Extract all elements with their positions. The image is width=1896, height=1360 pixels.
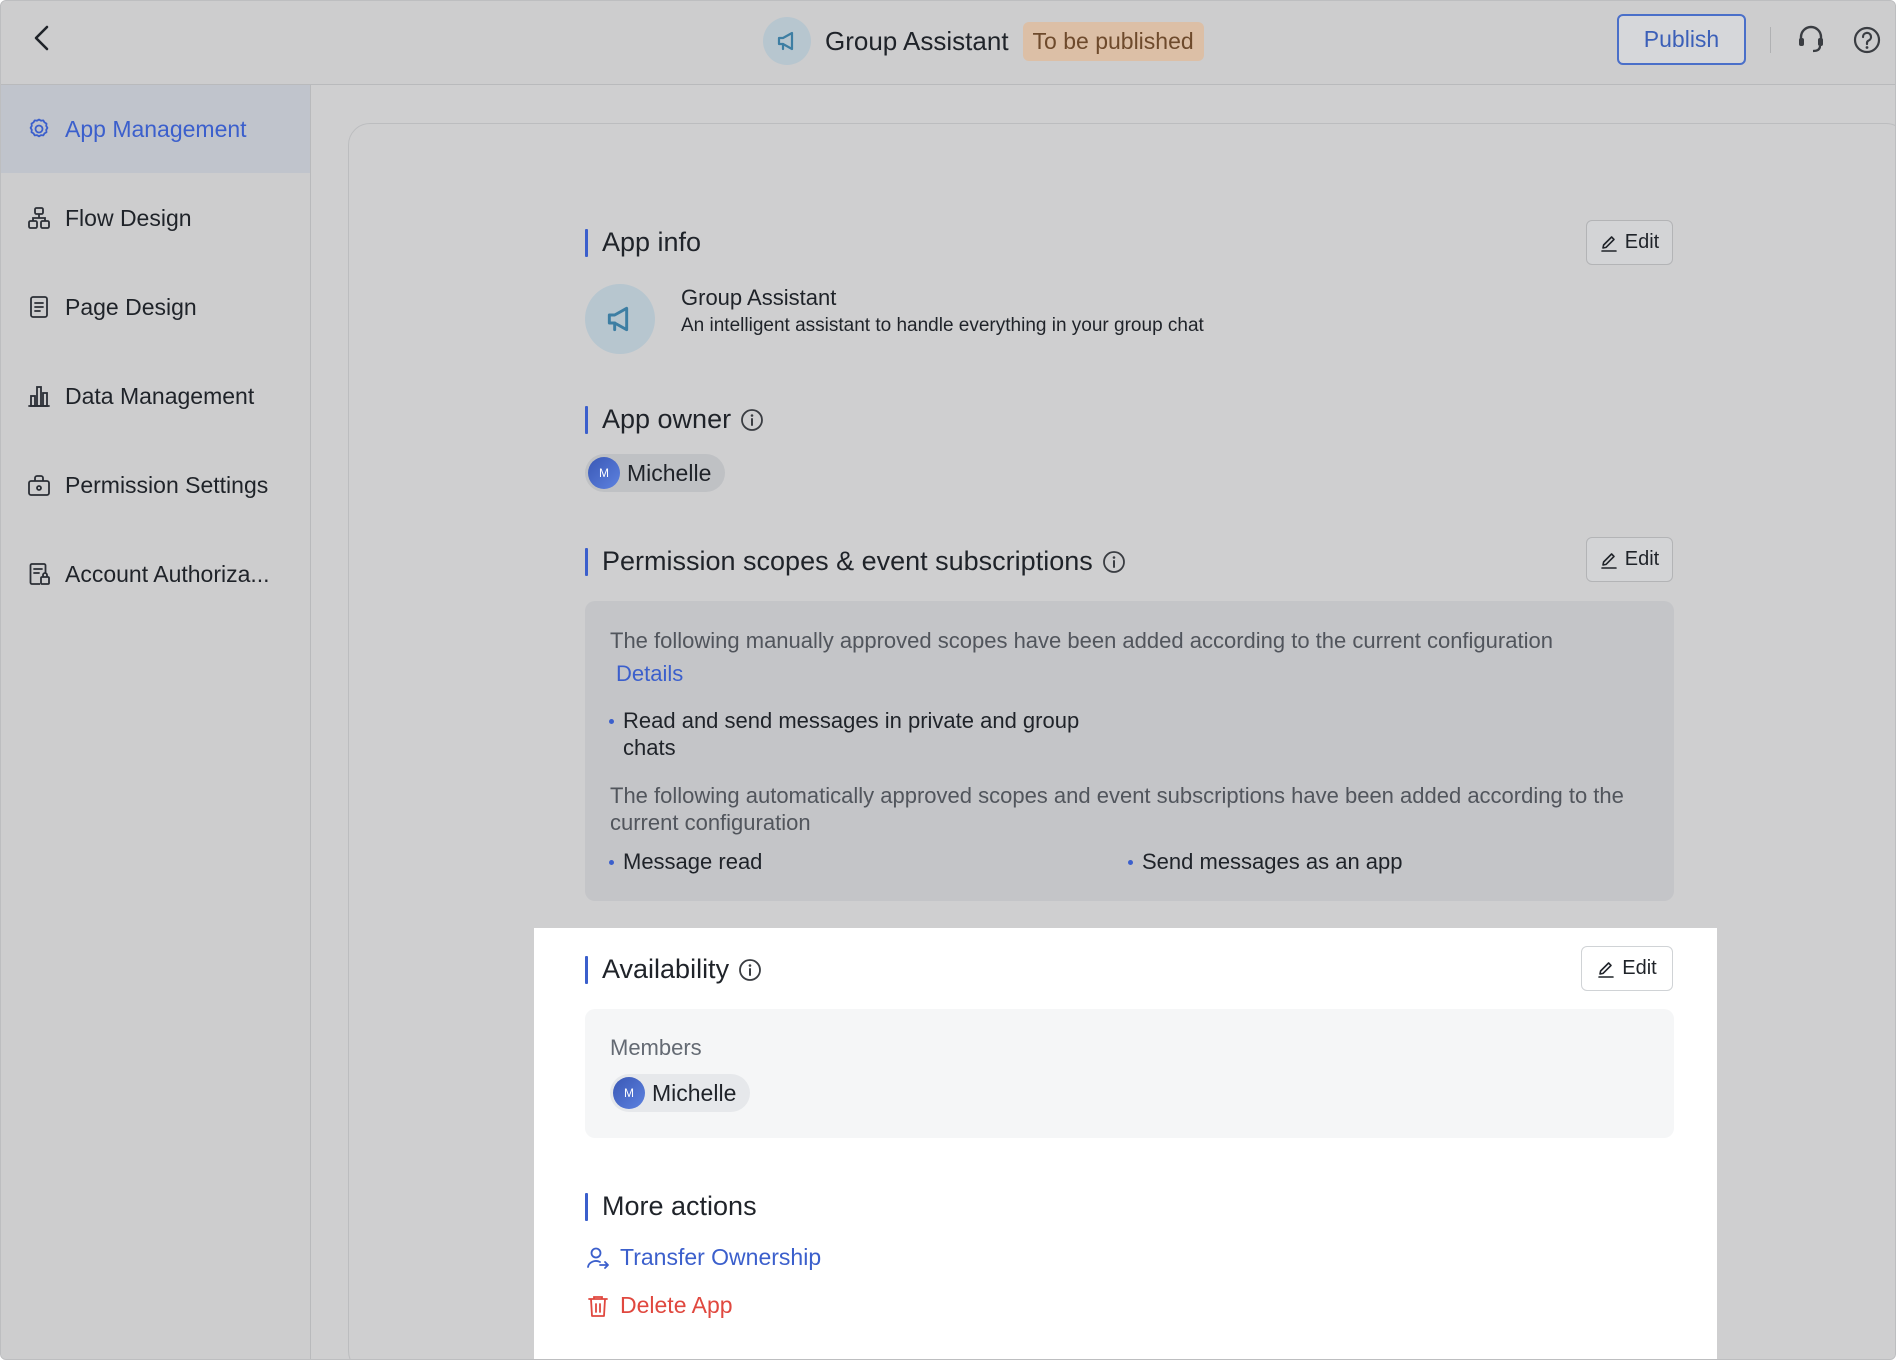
info-icon[interactable] xyxy=(738,958,762,982)
chevron-left-icon xyxy=(34,25,49,51)
account-auth-icon xyxy=(27,562,51,586)
publish-button[interactable]: Publish xyxy=(1617,14,1746,65)
section-title-availability: Availability xyxy=(585,954,762,985)
sidebar-item-label: App Management xyxy=(65,115,247,142)
auto-scopes-text: The following automatically approved sco… xyxy=(610,783,1624,835)
availability-edit-button[interactable]: Edit xyxy=(1581,946,1673,991)
sidebar-item-label: Account Authoriza... xyxy=(65,560,270,587)
flow-icon xyxy=(27,206,51,230)
headset-icon[interactable] xyxy=(1796,23,1826,55)
member-chip: M Michelle xyxy=(610,1074,751,1112)
avatar: M xyxy=(588,457,620,489)
pencil-icon xyxy=(1598,961,1615,978)
sidebar-item-label: Permission Settings xyxy=(65,471,269,498)
section-title-app-info: App info xyxy=(585,227,701,258)
pencil-icon xyxy=(1600,235,1617,252)
transfer-ownership-label: Transfer Ownership xyxy=(620,1244,822,1270)
info-icon[interactable] xyxy=(740,408,764,432)
permissions-edit-button[interactable]: Edit xyxy=(1586,537,1673,582)
sidebar-item-account-authorization[interactable]: Account Authoriza... xyxy=(1,530,310,618)
app-description: An intelligent assistant to handle every… xyxy=(681,315,1204,336)
avatar: M xyxy=(613,1077,645,1109)
sidebar-item-page-design[interactable]: Page Design xyxy=(1,263,310,351)
app-info-edit-button[interactable]: Edit xyxy=(1586,220,1673,265)
transfer-ownership-link[interactable]: Transfer Ownership xyxy=(586,1244,821,1271)
top-bar: Group Assistant To be published Publish xyxy=(1,1,1895,85)
app-title-group: Group Assistant To be published xyxy=(763,17,1204,65)
bar-chart-icon xyxy=(27,384,51,408)
app-info-title: App info xyxy=(602,227,702,257)
auto-scope-item: Message read xyxy=(609,848,762,875)
delete-app-link[interactable]: Delete App xyxy=(586,1292,733,1319)
app-window: Group Assistant To be published Publish xyxy=(0,0,1896,1360)
availability-title: Availability xyxy=(602,954,730,984)
megaphone-icon xyxy=(607,306,629,332)
app-logo xyxy=(585,284,655,354)
owner-name: Michelle xyxy=(627,459,712,486)
section-marker xyxy=(585,405,588,434)
sidebar-item-data-management[interactable]: Data Management xyxy=(1,352,310,440)
section-marker xyxy=(585,955,588,984)
section-title-more-actions: More actions xyxy=(585,1191,757,1222)
user-transfer-icon xyxy=(587,1247,609,1269)
sidebar: App Management Flow Design Page Design D… xyxy=(1,85,311,1359)
edit-label: Edit xyxy=(1624,231,1660,253)
app-owner-title: App owner xyxy=(602,404,732,434)
section-marker xyxy=(585,1192,588,1221)
status-badge: To be published xyxy=(1022,21,1204,61)
section-marker xyxy=(585,547,588,576)
sidebar-item-permission-settings[interactable]: Permission Settings xyxy=(1,441,310,529)
page-icon xyxy=(27,295,51,319)
sidebar-item-app-management[interactable]: App Management xyxy=(1,85,310,173)
permissions-title: Permission scopes & event subscriptions xyxy=(602,546,1093,576)
pencil-icon xyxy=(1600,552,1617,569)
sidebar-item-label: Data Management xyxy=(65,382,255,409)
manual-scope-item: Read and send messages in private and gr… xyxy=(609,707,1129,761)
section-marker xyxy=(585,228,588,257)
members-label: Members xyxy=(610,1035,702,1060)
details-link[interactable]: Details xyxy=(616,661,683,687)
edit-label: Edit xyxy=(1622,957,1657,979)
app-name: Group Assistant xyxy=(681,285,837,310)
more-actions-title: More actions xyxy=(602,1191,757,1221)
gear-icon xyxy=(27,117,51,141)
member-name: Michelle xyxy=(652,1079,737,1106)
help-icon[interactable] xyxy=(1852,25,1882,55)
info-icon[interactable] xyxy=(1102,550,1126,574)
edit-label: Edit xyxy=(1624,548,1660,570)
manual-scopes-text: The following manually approved scopes h… xyxy=(610,628,1553,653)
megaphone-icon xyxy=(763,17,811,65)
app-title: Group Assistant xyxy=(825,25,1009,56)
sidebar-item-label: Page Design xyxy=(65,293,197,320)
sidebar-item-flow-design[interactable]: Flow Design xyxy=(1,174,310,262)
auto-scope-item: Send messages as an app xyxy=(1128,848,1403,875)
divider xyxy=(1770,27,1771,53)
owner-chip: M Michelle xyxy=(585,454,726,492)
section-title-app-owner: App owner xyxy=(585,404,764,435)
sidebar-item-label: Flow Design xyxy=(65,204,192,231)
lock-briefcase-icon xyxy=(27,473,51,497)
section-title-permissions: Permission scopes & event subscriptions xyxy=(585,546,1126,577)
delete-app-label: Delete App xyxy=(620,1292,733,1318)
members-box xyxy=(585,1009,1674,1138)
trash-icon xyxy=(588,1295,608,1317)
back-button[interactable] xyxy=(25,21,59,55)
